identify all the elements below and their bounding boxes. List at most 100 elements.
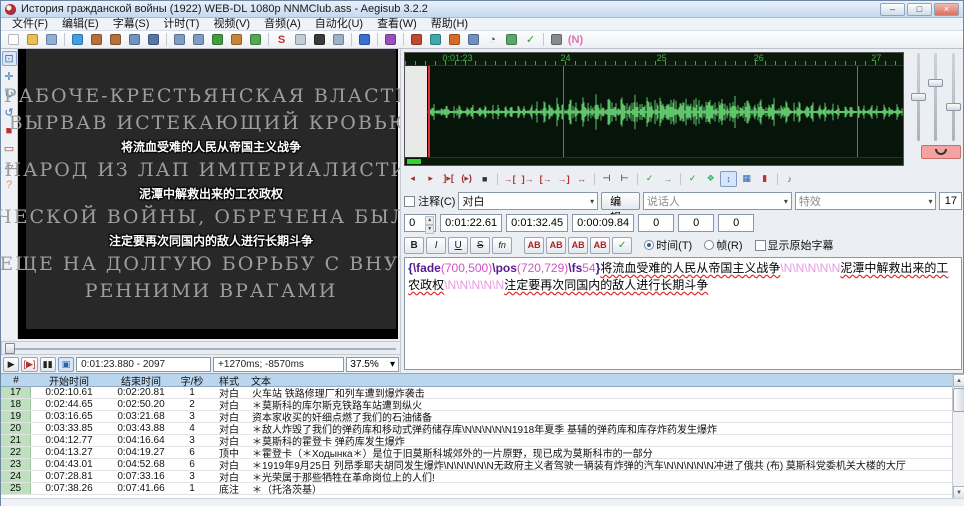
add-lead-out-button[interactable]: ⊢ bbox=[616, 171, 633, 187]
menu-item[interactable]: 计时(T) bbox=[156, 18, 206, 30]
menu-item[interactable]: 编辑(E) bbox=[55, 18, 106, 30]
selection-start-marker[interactable] bbox=[428, 66, 430, 158]
spectrum-analyzer-toggle[interactable]: ▦ bbox=[738, 171, 755, 187]
close-button[interactable]: × bbox=[934, 3, 959, 16]
play-button[interactable]: ▶ bbox=[3, 357, 19, 372]
snap-to-scene-icon[interactable] bbox=[464, 32, 483, 48]
sync-video-start-icon[interactable] bbox=[125, 32, 144, 48]
video-seek-bar[interactable] bbox=[1, 341, 401, 355]
play-before-start-button[interactable]: →[ bbox=[501, 171, 518, 187]
link-sliders-button[interactable] bbox=[921, 145, 961, 159]
commit-check-button[interactable]: ✓ bbox=[612, 237, 632, 254]
margin-vertical-field[interactable]: 0 bbox=[718, 214, 754, 232]
video-display[interactable]: Рабоче-крестьянская власть,вырвав истека… bbox=[18, 49, 398, 339]
auto-next-toggle[interactable]: ❖ bbox=[702, 171, 719, 187]
clip-tool-button[interactable]: ▭ bbox=[2, 141, 17, 156]
audio-display[interactable]: 0:01:2324252627 bbox=[404, 52, 904, 166]
save-subtitles-icon[interactable] bbox=[42, 32, 61, 48]
video-zoom-select[interactable]: 37.5% ▾ bbox=[346, 357, 399, 372]
primary-color-button[interactable]: AB bbox=[524, 237, 544, 254]
duration-field[interactable]: 0:00:09.84 bbox=[572, 214, 634, 232]
comment-checkbox[interactable] bbox=[404, 196, 415, 207]
styles-manager-icon[interactable] bbox=[208, 32, 227, 48]
vertical-zoom-slider[interactable] bbox=[934, 53, 937, 141]
swap-lines-icon[interactable] bbox=[445, 32, 464, 48]
options-icon[interactable] bbox=[547, 32, 566, 48]
secondary-color-button[interactable]: AB bbox=[546, 237, 566, 254]
newline-mode-icon[interactable]: (N) bbox=[566, 32, 585, 48]
title-bar[interactable]: История гражданской войны (1922) WEB-DL … bbox=[1, 1, 963, 18]
attachments-icon[interactable] bbox=[227, 32, 246, 48]
open-subtitles-icon[interactable] bbox=[23, 32, 42, 48]
start-time-field[interactable]: 0:01:22.61 bbox=[440, 214, 502, 232]
font-button[interactable]: fn bbox=[492, 237, 512, 254]
play-after-start-button[interactable]: ]→ bbox=[519, 171, 536, 187]
standard-tool-button[interactable]: ⊡ bbox=[2, 51, 17, 66]
resample-resolution-icon[interactable] bbox=[502, 32, 521, 48]
play-last-500ms-button[interactable]: →] bbox=[555, 171, 572, 187]
karaoke-mode-toggle[interactable]: ♪ bbox=[781, 171, 798, 187]
jump-to-icon[interactable] bbox=[68, 32, 87, 48]
end-time-field[interactable]: 0:01:32.45 bbox=[506, 214, 568, 232]
seek-thumb[interactable] bbox=[5, 343, 15, 354]
italic-button[interactable]: I bbox=[426, 237, 446, 254]
shadow-color-button[interactable]: AB bbox=[590, 237, 610, 254]
edit-style-button[interactable]: 编辑 bbox=[601, 192, 640, 210]
sync-video-end-icon[interactable] bbox=[144, 32, 163, 48]
styling-assistant-icon[interactable]: S bbox=[272, 32, 291, 48]
grid-scrollbar[interactable]: ▲ ▼ bbox=[952, 374, 964, 499]
play-500ms-around-button[interactable]: ↔ bbox=[573, 171, 590, 187]
automation-icon[interactable] bbox=[355, 32, 374, 48]
auto-scroll-toggle[interactable]: ↕ bbox=[720, 171, 737, 187]
translation-assistant-icon[interactable] bbox=[291, 32, 310, 48]
minimize-button[interactable]: – bbox=[880, 3, 905, 16]
set-end-time-icon[interactable] bbox=[189, 32, 208, 48]
show-original-checkbox[interactable] bbox=[755, 240, 766, 251]
play-selection-button[interactable]: ]▸[ bbox=[440, 171, 457, 187]
margin-right-field[interactable]: 0 bbox=[678, 214, 714, 232]
layer-stepper[interactable]: 0 ▲▼ bbox=[404, 214, 436, 232]
menu-item[interactable]: 查看(W) bbox=[370, 18, 424, 30]
frame-radio[interactable] bbox=[704, 240, 714, 250]
menu-item[interactable]: 帮助(H) bbox=[424, 18, 475, 30]
menu-item[interactable]: 文件(F) bbox=[5, 18, 55, 30]
stop-button[interactable]: ■ bbox=[476, 171, 493, 187]
scroll-up-icon[interactable]: ▲ bbox=[953, 374, 964, 387]
table-row[interactable]: 25 0:07:38.26 0:07:41.66 1 底注 ＊（托洛茨基） bbox=[1, 483, 964, 495]
bold-button[interactable]: B bbox=[404, 237, 424, 254]
margin-left-field[interactable]: 0 bbox=[638, 214, 674, 232]
audio-waveform[interactable] bbox=[405, 66, 903, 158]
play-first-500ms-button[interactable]: [→ bbox=[537, 171, 554, 187]
maximize-button[interactable]: □ bbox=[907, 3, 932, 16]
audio-scrollbar[interactable] bbox=[405, 157, 903, 165]
time-radio[interactable] bbox=[644, 240, 654, 250]
strikeout-button[interactable]: S bbox=[470, 237, 490, 254]
autoscroll-toggle[interactable]: ▣ bbox=[58, 357, 74, 372]
next-line-button[interactable]: ▸ bbox=[422, 171, 439, 187]
previous-line-button[interactable]: ◂ bbox=[404, 171, 421, 187]
stepper-arrows[interactable]: ▲▼ bbox=[425, 216, 434, 230]
auto-commit-toggle[interactable]: ✓ bbox=[684, 171, 701, 187]
edit-pencil-icon[interactable] bbox=[310, 32, 329, 48]
fonts-collector-icon[interactable] bbox=[246, 32, 265, 48]
menu-item[interactable]: 字幕(S) bbox=[106, 18, 157, 30]
actor-select[interactable]: 说话人 ▾ bbox=[643, 192, 792, 210]
spell-check-icon[interactable]: ✓ bbox=[521, 32, 540, 48]
about-icon[interactable] bbox=[381, 32, 400, 48]
volume-slider[interactable] bbox=[952, 53, 955, 141]
underline-button[interactable]: U bbox=[448, 237, 468, 254]
zoom-out-icon[interactable] bbox=[106, 32, 125, 48]
show-keyframes-toggle[interactable]: ▮ bbox=[756, 171, 773, 187]
set-start-time-icon[interactable] bbox=[170, 32, 189, 48]
outline-color-button[interactable]: AB bbox=[568, 237, 588, 254]
scrollbar-thumb[interactable] bbox=[953, 388, 964, 412]
commit-button[interactable]: ✓ bbox=[641, 171, 658, 187]
menu-item[interactable]: 音频(A) bbox=[257, 18, 308, 30]
style-select[interactable]: 对白 ▾ bbox=[458, 192, 598, 210]
comment-balloon-icon[interactable] bbox=[426, 32, 445, 48]
shift-times-icon[interactable]: ◔ bbox=[483, 32, 502, 48]
select-lines-icon[interactable] bbox=[407, 32, 426, 48]
horizontal-zoom-slider[interactable] bbox=[917, 53, 920, 141]
menu-item[interactable]: 视频(V) bbox=[206, 18, 257, 30]
subtitle-text-editor[interactable]: {\fade(700,500)\pos(720,729)\fs54}将流血受难的… bbox=[404, 257, 962, 370]
